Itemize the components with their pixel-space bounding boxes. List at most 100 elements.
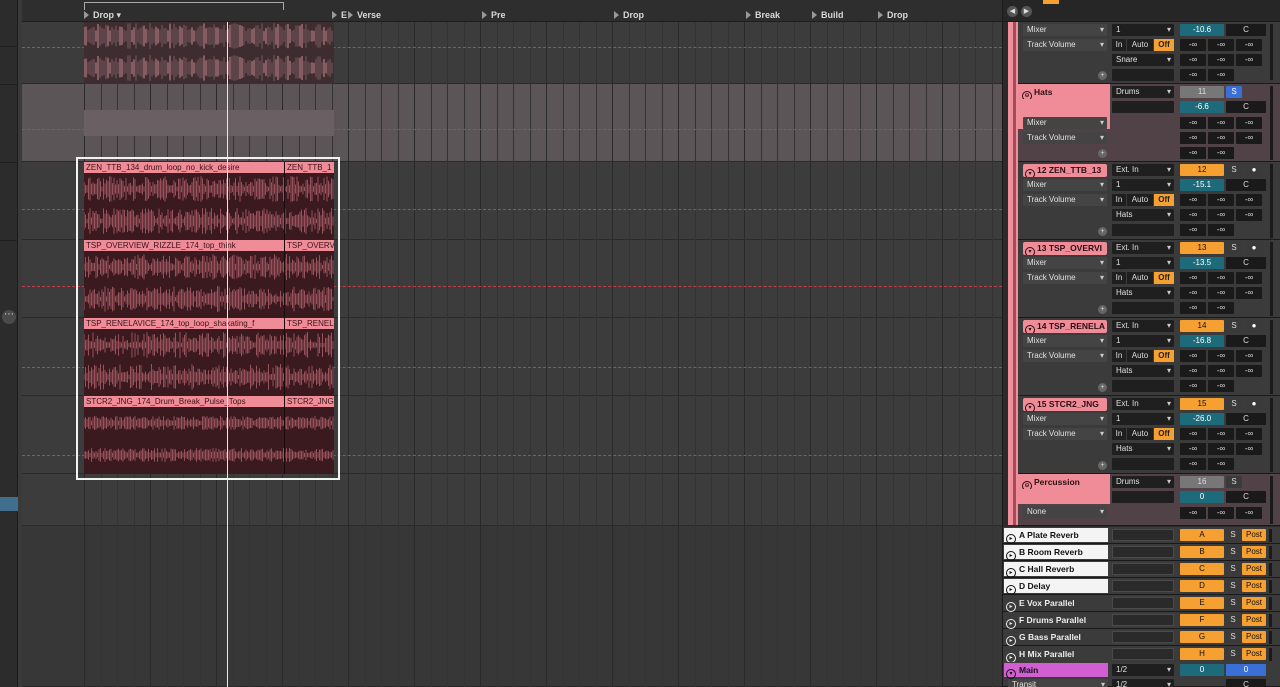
record-arm-icon[interactable]: ● [1246, 164, 1262, 176]
send-a[interactable]: -∞ [1180, 507, 1206, 519]
send-g[interactable]: -∞ [1180, 380, 1206, 392]
main-pan[interactable]: C [1226, 679, 1266, 687]
send-h[interactable]: -∞ [1208, 69, 1234, 81]
locator-verse[interactable]: Verse [348, 10, 381, 22]
send-f[interactable]: -∞ [1236, 209, 1262, 221]
mixer-dropdown[interactable]: Mixer [1023, 413, 1107, 425]
fold-icon[interactable]: ▾ [1006, 669, 1016, 679]
post-button[interactable]: Post [1242, 529, 1266, 541]
monitor-in-button[interactable]: In [1112, 194, 1126, 206]
send-a[interactable]: -∞ [1180, 194, 1206, 206]
return-input-slot[interactable] [1112, 614, 1174, 626]
solo-button[interactable]: S [1226, 597, 1240, 609]
mixer-dropdown[interactable]: Mixer [1023, 117, 1107, 129]
send-c[interactable]: -∞ [1236, 350, 1262, 362]
mixer-dropdown[interactable]: Mixer [1023, 257, 1107, 269]
lane-returns[interactable] [22, 526, 1002, 687]
track-activator[interactable]: 14 [1180, 320, 1224, 332]
return-activator[interactable]: G [1180, 631, 1224, 643]
send-b[interactable]: -∞ [1208, 272, 1234, 284]
return-activator[interactable]: H [1180, 648, 1224, 660]
track-pan[interactable]: C [1226, 257, 1266, 269]
send-h[interactable]: -∞ [1208, 458, 1234, 470]
send-d[interactable]: -∞ [1180, 132, 1206, 144]
cue-out-dropdown[interactable]: 1/2 [1112, 664, 1174, 676]
input-type-dropdown[interactable]: Ext. In [1112, 320, 1174, 332]
return-input-slot[interactable] [1112, 580, 1174, 592]
solo-button[interactable]: S [1226, 86, 1242, 98]
add-automation-icon[interactable]: + [1098, 227, 1107, 236]
locator-build[interactable]: Build [812, 10, 844, 22]
input-channel-dropdown[interactable]: 1 [1112, 179, 1174, 191]
output-dropdown[interactable]: Snare [1112, 54, 1174, 66]
solo-button[interactable]: S [1226, 164, 1242, 176]
monitor-auto-button[interactable]: Auto [1127, 39, 1153, 51]
track-title[interactable]: ⊖ Percussion [1020, 476, 1108, 489]
send-a[interactable]: -∞ [1180, 350, 1206, 362]
output-sub-dropdown[interactable] [1112, 458, 1174, 470]
output-dropdown[interactable]: Hats [1112, 443, 1174, 455]
output-dropdown[interactable]: Hats [1112, 209, 1174, 221]
post-button[interactable]: Post [1242, 631, 1266, 643]
send-e[interactable]: -∞ [1208, 54, 1234, 66]
send-b[interactable]: -∞ [1208, 507, 1234, 519]
input-type-dropdown[interactable]: Ext. In [1112, 242, 1174, 254]
arrangement-view[interactable]: Drop ▾ E Verse Pre Drop Break Build Drop [22, 0, 1002, 687]
add-automation-icon[interactable]: + [1098, 305, 1107, 314]
track-volume[interactable]: -13.5 [1180, 257, 1224, 269]
group-fold-icon[interactable]: ⊖ [1022, 481, 1032, 489]
send-c[interactable]: -∞ [1236, 117, 1262, 129]
send-f[interactable]: -∞ [1236, 54, 1262, 66]
lane-percussion[interactable] [22, 474, 1002, 526]
send-g[interactable]: -∞ [1180, 458, 1206, 470]
locator-drop-1[interactable]: Drop ▾ [84, 10, 121, 22]
send-c[interactable]: -∞ [1236, 507, 1262, 519]
locator-ruler[interactable]: Drop ▾ E Verse Pre Drop Break Build Drop [22, 0, 1002, 22]
record-arm-icon[interactable]: ● [1246, 242, 1262, 254]
post-button[interactable]: Post [1242, 546, 1266, 558]
main-title[interactable]: ▾ Main [1004, 663, 1108, 679]
send-b[interactable]: -∞ [1208, 117, 1234, 129]
return-activator[interactable]: D [1180, 580, 1224, 592]
output-dropdown[interactable]: Hats [1112, 287, 1174, 299]
mixer-dropdown[interactable]: Mixer [1023, 179, 1107, 191]
solo-button[interactable]: S [1226, 546, 1240, 558]
track-volume[interactable]: -16.8 [1180, 335, 1224, 347]
send-a[interactable]: -∞ [1180, 272, 1206, 284]
param-dropdown[interactable]: Track Volume [1023, 194, 1107, 206]
return-title[interactable]: ▸ G Bass Parallel [1004, 630, 1108, 646]
track-volume[interactable]: -6.6 [1180, 101, 1224, 113]
cue-volume[interactable]: 0 [1226, 664, 1266, 676]
add-automation-icon[interactable]: + [1098, 149, 1107, 158]
fold-icon[interactable]: ▸ [1006, 636, 1016, 646]
fold-icon[interactable]: ▸ [1006, 619, 1016, 629]
send-d[interactable]: -∞ [1180, 287, 1206, 299]
loop-brace[interactable] [84, 2, 284, 10]
send-b[interactable]: -∞ [1208, 194, 1234, 206]
fold-icon[interactable]: ▾ [1025, 325, 1035, 333]
send-f[interactable]: -∞ [1236, 287, 1262, 299]
track-title[interactable]: ▾ 13 TSP_OVERVI [1023, 242, 1107, 255]
locator-drop-3[interactable]: Drop [878, 10, 908, 22]
locator-break[interactable]: Break [746, 10, 780, 22]
send-e[interactable]: -∞ [1208, 209, 1234, 221]
input-channel-dropdown[interactable]: 1 [1112, 24, 1174, 36]
fold-icon[interactable]: ▸ [1006, 568, 1016, 578]
track-title[interactable]: ▾ 12 ZEN_TTB_13 [1023, 164, 1107, 177]
return-title[interactable]: ▸ E Vox Parallel [1004, 596, 1108, 612]
return-input-slot[interactable] [1112, 631, 1174, 643]
param-dropdown[interactable]: Track Volume [1023, 272, 1107, 284]
return-activator[interactable]: A [1180, 529, 1224, 541]
send-e[interactable]: -∞ [1208, 365, 1234, 377]
return-input-slot[interactable] [1112, 597, 1174, 609]
add-automation-icon[interactable]: + [1098, 461, 1107, 470]
send-c[interactable]: -∞ [1236, 194, 1262, 206]
playhead[interactable] [227, 22, 228, 687]
send-b[interactable]: -∞ [1208, 39, 1234, 51]
send-g[interactable]: -∞ [1180, 302, 1206, 314]
send-c[interactable]: -∞ [1236, 272, 1262, 284]
track-volume[interactable]: 0 [1180, 491, 1224, 503]
monitor-in-button[interactable]: In [1112, 272, 1126, 284]
post-button[interactable]: Post [1242, 580, 1266, 592]
mixer-dropdown[interactable]: Mixer [1023, 24, 1107, 36]
